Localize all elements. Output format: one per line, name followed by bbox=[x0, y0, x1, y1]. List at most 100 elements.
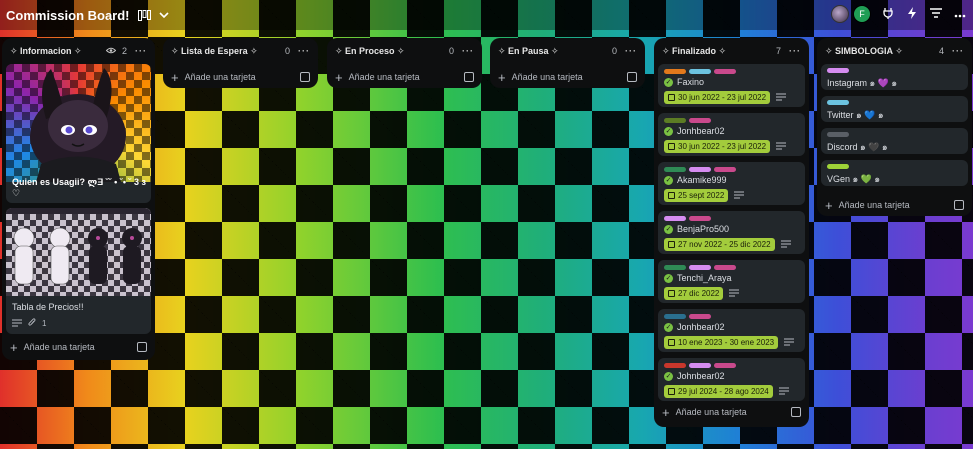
due-date-text: 30 jun 2022 - 23 jul 2022 bbox=[678, 142, 767, 151]
due-date-badge[interactable]: 10 ene 2023 - 30 ene 2023 bbox=[664, 336, 779, 349]
card-label[interactable] bbox=[689, 216, 711, 221]
member-avatar-letter[interactable]: F bbox=[853, 5, 871, 23]
card-label[interactable] bbox=[689, 265, 711, 270]
complete-check-icon[interactable]: ✓ bbox=[664, 77, 673, 87]
list-header[interactable]: ✧ SIMBOLOGIA ✧ 4 ··· bbox=[817, 38, 972, 64]
checkbox-icon bbox=[668, 388, 675, 395]
card-title-row: ✓ Akamike999 bbox=[664, 175, 799, 185]
plus-icon: + bbox=[498, 69, 506, 85]
list-title[interactable]: ✧ En Pausa ✧ bbox=[498, 46, 606, 57]
card-finalizado[interactable]: ✓ Johnbear02 29 jul 2024 - 28 ago 2024 bbox=[658, 358, 805, 401]
card-label[interactable] bbox=[689, 69, 711, 74]
card-label[interactable] bbox=[689, 167, 711, 172]
list-menu-icon[interactable]: ··· bbox=[789, 46, 801, 56]
list-menu-icon[interactable]: ··· bbox=[462, 46, 474, 56]
due-date-badge[interactable]: 30 jun 2022 - 23 jul 2022 bbox=[664, 140, 771, 153]
automation-icon[interactable] bbox=[905, 6, 919, 22]
card-label[interactable] bbox=[664, 265, 686, 270]
card-title-row: ✓ Johnbear02 bbox=[664, 371, 799, 381]
card-tabla-de-precios[interactable]: Tabla de Precios!! 1 bbox=[6, 208, 151, 334]
due-date-badge[interactable]: 27 nov 2022 - 25 dic 2022 bbox=[664, 238, 775, 251]
card-template-icon[interactable] bbox=[300, 72, 310, 82]
card-simbologia[interactable]: Twitter ๑ 💙 ๑ bbox=[821, 96, 968, 122]
complete-check-icon[interactable]: ✓ bbox=[664, 175, 673, 185]
add-card-label: Añade una tarjeta bbox=[675, 407, 747, 417]
card-finalizado[interactable]: ✓ Tenchi_Araya 27 dic 2022 bbox=[658, 260, 805, 303]
member-avatar[interactable] bbox=[831, 5, 849, 23]
card-label[interactable] bbox=[664, 118, 686, 123]
list-title[interactable]: ✧ Finalizado ✧ bbox=[662, 46, 770, 57]
chevron-down-icon[interactable] bbox=[158, 11, 169, 19]
complete-check-icon[interactable]: ✓ bbox=[664, 224, 673, 234]
complete-check-icon[interactable]: ✓ bbox=[664, 273, 673, 283]
filter-icon[interactable] bbox=[929, 7, 943, 21]
card-label[interactable] bbox=[714, 363, 736, 368]
card-label[interactable] bbox=[714, 167, 736, 172]
card-label[interactable] bbox=[664, 216, 686, 221]
add-card-button[interactable]: + Añade una tarjeta bbox=[817, 192, 972, 218]
list-menu-icon[interactable]: ··· bbox=[298, 46, 310, 56]
list-header[interactable]: ✧ Lista de Espera ✧ 0 ··· bbox=[163, 38, 318, 64]
complete-check-icon[interactable]: ✓ bbox=[664, 126, 673, 136]
list-header[interactable]: ✧ Finalizado ✧ 7 ··· bbox=[654, 38, 809, 64]
card-badges: 27 nov 2022 - 25 dic 2022 bbox=[664, 238, 799, 251]
card-label[interactable] bbox=[664, 314, 686, 319]
card-label[interactable] bbox=[827, 132, 849, 137]
card-label[interactable] bbox=[714, 265, 736, 270]
due-date-badge[interactable]: 29 jul 2024 - 28 ago 2024 bbox=[664, 385, 773, 398]
card-finalizado[interactable]: ✓ Akamike999 25 sept 2022 bbox=[658, 162, 805, 205]
add-card-button[interactable]: + Añade una tarjeta bbox=[163, 64, 318, 90]
add-card-button[interactable]: + Añade una tarjeta bbox=[327, 64, 482, 90]
card-template-icon[interactable] bbox=[137, 342, 147, 352]
add-card-button[interactable]: + Añade una tarjeta bbox=[654, 399, 809, 425]
list-en-proceso: ✧ En Proceso ✧ 0 ··· + Añade una tarjeta bbox=[327, 38, 482, 88]
card-label[interactable] bbox=[827, 68, 849, 73]
card-simbologia[interactable]: VGen ๑ 💚 ๑ bbox=[821, 160, 968, 186]
board-view-icon[interactable] bbox=[137, 9, 151, 21]
plus-icon: + bbox=[10, 339, 18, 355]
card-simbologia[interactable]: Discord ๑ 🖤 ๑ bbox=[821, 128, 968, 154]
list-header[interactable]: ✧ En Proceso ✧ 0 ··· bbox=[327, 38, 482, 64]
list-menu-icon[interactable]: ··· bbox=[625, 46, 637, 56]
card-finalizado[interactable]: ✓ BenjaPro500 27 nov 2022 - 25 dic 2022 bbox=[658, 211, 805, 254]
card-template-icon[interactable] bbox=[627, 72, 637, 82]
list-title[interactable]: ✧ Lista de Espera ✧ bbox=[171, 46, 279, 57]
card-template-icon[interactable] bbox=[464, 72, 474, 82]
list-menu-icon[interactable]: ··· bbox=[952, 46, 964, 56]
card-label[interactable] bbox=[689, 314, 711, 319]
more-icon[interactable] bbox=[953, 7, 967, 21]
list-title[interactable]: ✧ Informacion ✧ bbox=[10, 46, 106, 57]
complete-check-icon[interactable]: ✓ bbox=[664, 322, 673, 332]
card-simbologia[interactable]: Instagram ๑ 💜 ๑ bbox=[821, 64, 968, 90]
complete-check-icon[interactable]: ✓ bbox=[664, 371, 673, 381]
card-label[interactable] bbox=[714, 69, 736, 74]
card-label[interactable] bbox=[827, 164, 849, 169]
card-label[interactable] bbox=[664, 167, 686, 172]
card-label[interactable] bbox=[664, 363, 686, 368]
list-header[interactable]: ✧ En Pausa ✧ 0 ··· bbox=[490, 38, 645, 64]
description-icon bbox=[776, 92, 787, 103]
list-menu-icon[interactable]: ··· bbox=[135, 46, 147, 56]
list-header[interactable]: ✧ Informacion ✧ 2 ··· bbox=[2, 38, 155, 64]
card-label[interactable] bbox=[689, 118, 711, 123]
due-date-badge[interactable]: 27 dic 2022 bbox=[664, 287, 724, 300]
card-label[interactable] bbox=[689, 363, 711, 368]
add-card-button[interactable]: + Añade una tarjeta bbox=[2, 334, 155, 360]
due-date-badge[interactable]: 30 jun 2022 - 23 jul 2022 bbox=[664, 91, 771, 104]
card-template-icon[interactable] bbox=[791, 407, 801, 417]
card-finalizado[interactable]: ✓ Jonhbear02 10 ene 2023 - 30 ene 2023 bbox=[658, 309, 805, 352]
due-date-badge[interactable]: 25 sept 2022 bbox=[664, 189, 729, 202]
card-label[interactable] bbox=[827, 100, 849, 105]
eye-icon[interactable] bbox=[105, 46, 117, 56]
list-title[interactable]: ✧ SIMBOLOGIA ✧ bbox=[825, 46, 933, 57]
card-template-icon[interactable] bbox=[954, 200, 964, 210]
list-title[interactable]: ✧ En Proceso ✧ bbox=[335, 46, 443, 57]
description-icon bbox=[780, 239, 791, 250]
card-finalizado[interactable]: ✓ Faxino 30 jun 2022 - 23 jul 2022 bbox=[658, 64, 805, 107]
card-label[interactable] bbox=[664, 69, 686, 74]
add-card-button[interactable]: + Añade una tarjeta bbox=[490, 64, 645, 90]
board-title[interactable]: Commission Board! bbox=[6, 8, 130, 23]
card-labels bbox=[664, 167, 799, 172]
card-finalizado[interactable]: ✓ Jonhbear02 30 jun 2022 - 23 jul 2022 bbox=[658, 113, 805, 156]
power-up-icon[interactable] bbox=[881, 7, 895, 22]
